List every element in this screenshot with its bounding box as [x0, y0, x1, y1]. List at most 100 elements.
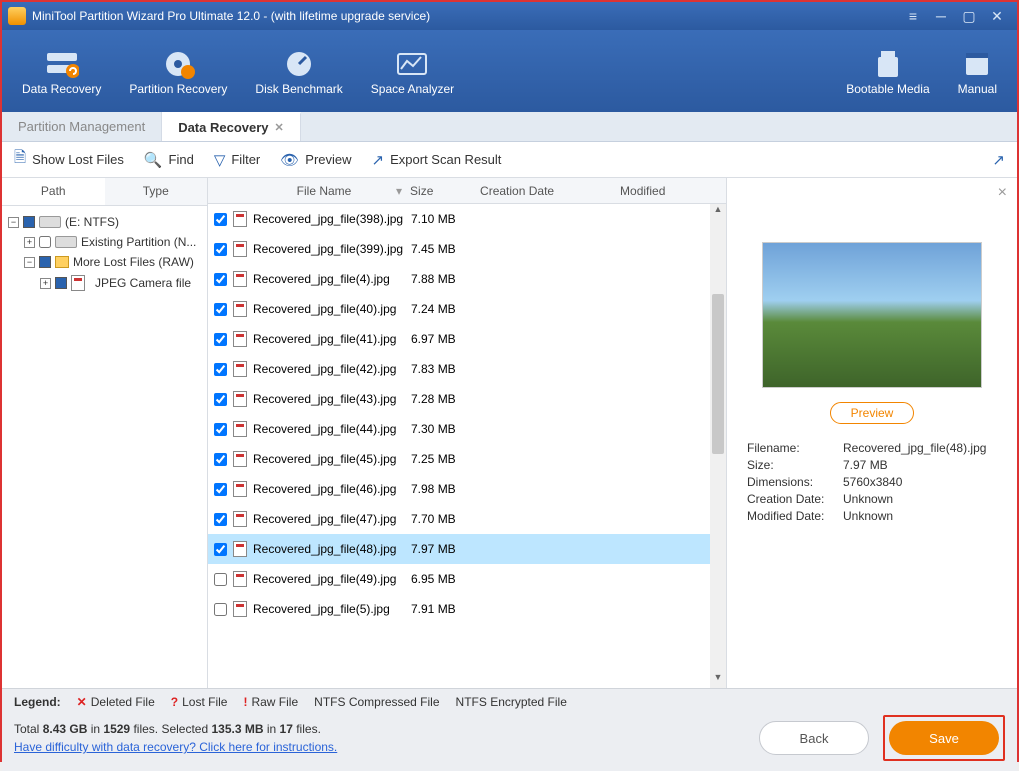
file-row[interactable]: Recovered_jpg_file(398).jpg7.10 MB	[208, 204, 726, 234]
ribbon-partition-recovery[interactable]: Partition Recovery	[115, 40, 241, 102]
meta-dimensions: 5760x3840	[843, 475, 902, 489]
file-checkbox[interactable]	[214, 543, 227, 556]
file-checkbox[interactable]	[214, 333, 227, 346]
ribbon-data-recovery[interactable]: Data Recovery	[8, 40, 115, 102]
col-size[interactable]: Size	[402, 184, 472, 198]
file-checkbox[interactable]	[214, 453, 227, 466]
subtab-path[interactable]: Path	[2, 178, 105, 205]
save-highlight: Save	[883, 715, 1005, 761]
file-checkbox[interactable]	[214, 303, 227, 316]
scroll-down-icon[interactable]: ▼	[710, 672, 726, 688]
collapse-icon[interactable]: −	[8, 217, 19, 228]
file-row[interactable]: Recovered_jpg_file(45).jpg7.25 MB	[208, 444, 726, 474]
minimize-button[interactable]: ─	[927, 6, 955, 26]
menu-icon[interactable]: ≡	[899, 6, 927, 26]
save-button[interactable]: Save	[889, 721, 999, 755]
tree-root[interactable]: − (E: NTFS)	[6, 212, 203, 232]
close-button[interactable]: ✕	[983, 6, 1011, 26]
ribbon-label: Bootable Media	[846, 82, 929, 96]
file-checkbox[interactable]	[214, 273, 227, 286]
maximize-button[interactable]: ▢	[955, 6, 983, 26]
export-scan-result-button[interactable]: ↗Export Scan Result	[372, 151, 502, 169]
scroll-thumb[interactable]	[712, 294, 724, 454]
file-row[interactable]: Recovered_jpg_file(46).jpg7.98 MB	[208, 474, 726, 504]
col-creation-date[interactable]: Creation Date	[472, 184, 612, 198]
file-checkbox[interactable]	[214, 243, 227, 256]
subtab-type[interactable]: Type	[105, 178, 208, 205]
file-size: 7.97 MB	[411, 542, 481, 556]
ribbon-manual[interactable]: Manual	[944, 40, 1011, 102]
checkbox-partial-icon[interactable]	[39, 256, 51, 268]
file-checkbox[interactable]	[214, 573, 227, 586]
file-checkbox[interactable]	[214, 483, 227, 496]
share-icon: ↗	[992, 151, 1005, 169]
checkbox-partial-icon[interactable]	[23, 216, 35, 228]
tree-checkbox[interactable]	[39, 236, 51, 248]
file-size: 7.70 MB	[411, 512, 481, 526]
col-filename[interactable]: File Name	[238, 184, 410, 198]
file-list-panel: File Name ▾ Size Creation Date Modified …	[208, 178, 727, 688]
file-icon	[233, 571, 247, 587]
ribbon-space-analyzer[interactable]: Space Analyzer	[357, 40, 468, 102]
file-row[interactable]: Recovered_jpg_file(4).jpg7.88 MB	[208, 264, 726, 294]
col-modified[interactable]: Modified	[612, 184, 682, 198]
tree-node-existing-partition[interactable]: + Existing Partition (N...	[22, 232, 203, 252]
file-icon	[233, 331, 247, 347]
file-icon	[233, 481, 247, 497]
file-name: Recovered_jpg_file(40).jpg	[253, 302, 411, 316]
file-row[interactable]: Recovered_jpg_file(5).jpg7.91 MB	[208, 594, 726, 624]
file-size: 7.28 MB	[411, 392, 481, 406]
find-button[interactable]: 🔍Find	[144, 151, 194, 169]
file-row[interactable]: Recovered_jpg_file(44).jpg7.30 MB	[208, 414, 726, 444]
preview-open-button[interactable]: Preview	[830, 402, 915, 424]
file-name: Recovered_jpg_file(399).jpg	[253, 242, 411, 256]
file-checkbox[interactable]	[214, 363, 227, 376]
file-size: 6.97 MB	[411, 332, 481, 346]
tab-data-recovery[interactable]: Data Recovery✕	[162, 112, 301, 141]
scrollbar-vertical[interactable]: ▲ ▼	[710, 204, 726, 688]
tree-node-jpeg-camera-file[interactable]: + JPEG Camera file	[38, 272, 203, 294]
collapse-icon[interactable]: −	[24, 257, 35, 268]
question-icon: ?	[171, 695, 178, 709]
file-name: Recovered_jpg_file(4).jpg	[253, 272, 411, 286]
tree-node-more-lost-files[interactable]: − More Lost Files (RAW)	[22, 252, 203, 272]
file-row[interactable]: Recovered_jpg_file(43).jpg7.28 MB	[208, 384, 726, 414]
file-icon	[233, 211, 247, 227]
ribbon-disk-benchmark[interactable]: Disk Benchmark	[241, 40, 356, 102]
drive-icon	[39, 216, 61, 228]
file-row[interactable]: Recovered_jpg_file(42).jpg7.83 MB	[208, 354, 726, 384]
close-icon[interactable]: ✕	[275, 121, 284, 134]
back-button[interactable]: Back	[759, 721, 869, 755]
help-link[interactable]: Have difficulty with data recovery? Clic…	[14, 740, 337, 754]
expand-icon[interactable]: +	[24, 237, 35, 248]
file-row[interactable]: Recovered_jpg_file(41).jpg6.97 MB	[208, 324, 726, 354]
scroll-up-icon[interactable]: ▲	[710, 204, 726, 220]
space-analyzer-icon	[394, 46, 430, 82]
ribbon-bootable-media[interactable]: Bootable Media	[832, 40, 943, 102]
file-checkbox[interactable]	[214, 423, 227, 436]
file-row[interactable]: Recovered_jpg_file(399).jpg7.45 MB	[208, 234, 726, 264]
data-recovery-icon	[44, 46, 80, 82]
expand-icon[interactable]: +	[40, 278, 51, 289]
disk-benchmark-icon	[281, 46, 317, 82]
ribbon-label: Partition Recovery	[129, 82, 227, 96]
file-row[interactable]: Recovered_jpg_file(48).jpg7.97 MB	[208, 534, 726, 564]
share-button[interactable]: ↗	[992, 151, 1005, 169]
x-icon: ✕	[77, 695, 87, 709]
file-checkbox[interactable]	[214, 213, 227, 226]
preview-button[interactable]: 👁Preview	[280, 151, 351, 169]
file-icon	[233, 541, 247, 557]
checkbox-partial-icon[interactable]	[55, 277, 67, 289]
file-row[interactable]: Recovered_jpg_file(47).jpg7.70 MB	[208, 504, 726, 534]
file-row[interactable]: Recovered_jpg_file(49).jpg6.95 MB	[208, 564, 726, 594]
window-title: MiniTool Partition Wizard Pro Ultimate 1…	[32, 9, 430, 23]
file-checkbox[interactable]	[214, 393, 227, 406]
file-icon	[233, 301, 247, 317]
filter-button[interactable]: ▽Filter	[214, 151, 260, 169]
file-checkbox[interactable]	[214, 603, 227, 616]
file-checkbox[interactable]	[214, 513, 227, 526]
close-preview-button[interactable]: ×	[998, 184, 1007, 202]
tab-partition-management[interactable]: Partition Management	[2, 112, 162, 141]
file-row[interactable]: Recovered_jpg_file(40).jpg7.24 MB	[208, 294, 726, 324]
show-lost-files-button[interactable]: 🗎Show Lost Files	[14, 147, 124, 172]
